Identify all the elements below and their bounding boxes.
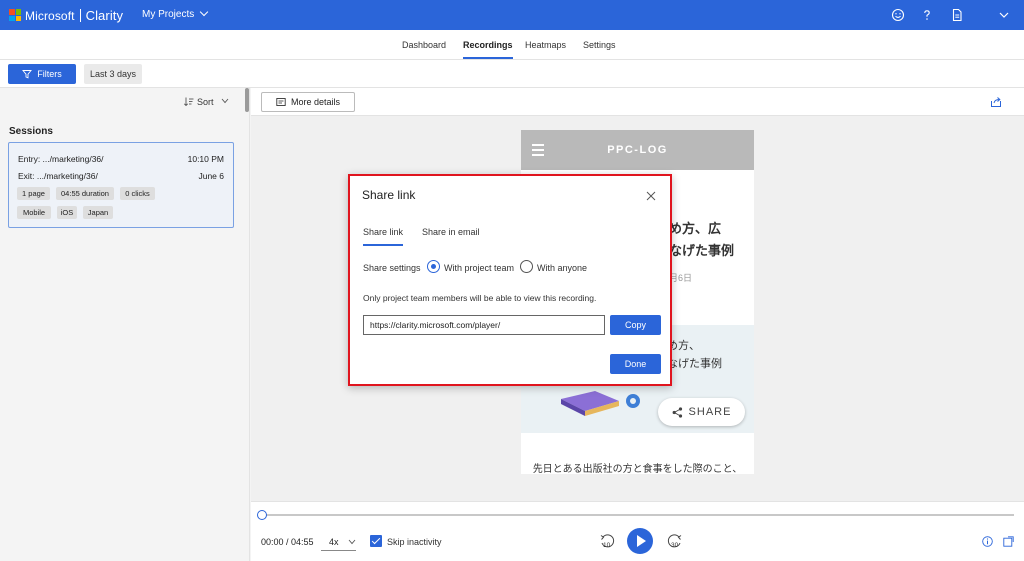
share-settings-label: Share settings	[363, 263, 421, 273]
share-info-text: Only project team members will be able t…	[363, 293, 597, 303]
copy-button[interactable]: Copy	[610, 315, 661, 335]
preview-site-title: PPC-LOG	[607, 144, 668, 156]
skip-forward-seconds: 30	[671, 542, 679, 549]
radio-label-anyone[interactable]: With anyone	[537, 263, 587, 273]
chevron-down-icon	[348, 539, 355, 544]
filter-icon	[22, 70, 33, 79]
info-icon[interactable]	[982, 536, 993, 547]
sessions-title: Sessions	[9, 126, 53, 137]
chevron-down-icon	[221, 98, 229, 104]
filter-bar: Filters Last 3 days	[0, 60, 1024, 88]
more-details-button[interactable]: More details	[261, 92, 355, 112]
preview-image-text-line2: なげた事例	[667, 358, 722, 370]
session-chip-device: Mobile	[17, 206, 51, 219]
radio-label-project-team[interactable]: With project team	[444, 263, 514, 273]
preview-body-text: 先日とある出版社の方と食事をした際のこと、	[532, 464, 743, 474]
my-projects-label: My Projects	[142, 9, 195, 20]
preview-date: 月6日	[669, 273, 693, 283]
skip-inactivity-label[interactable]: Skip inactivity	[387, 537, 442, 547]
share-icon[interactable]	[990, 96, 1002, 108]
share-nodes-icon	[672, 406, 682, 418]
date-range-button[interactable]: Last 3 days	[84, 64, 142, 84]
brand-clarity: Clarity	[85, 8, 124, 23]
sort-icon	[183, 97, 194, 107]
tab-dashboard[interactable]: Dashboard	[402, 40, 446, 50]
tab-share-in-email[interactable]: Share in email	[422, 227, 480, 237]
preview-share-button[interactable]: SHARE	[658, 398, 745, 426]
skip-back-seconds: 10	[603, 542, 611, 549]
dialog-title: Share link	[362, 188, 416, 202]
sort-label: Sort	[197, 97, 214, 107]
account-chevron-down-icon[interactable]	[997, 8, 1011, 22]
session-exit: Exit: .../marketing/36/	[18, 171, 98, 181]
recording-toolbar: More details	[251, 88, 1024, 116]
done-button[interactable]: Done	[610, 354, 661, 374]
preview-heading-line2: なげた事例	[669, 243, 735, 258]
top-bar: Microsoft Clarity My Projects	[0, 0, 1024, 30]
close-icon[interactable]	[646, 191, 656, 201]
session-chip-duration: 04:55 duration	[56, 187, 114, 200]
brand[interactable]: Microsoft Clarity	[25, 8, 123, 23]
skip-forward-button[interactable]: 30	[667, 533, 683, 549]
sessions-scrollbar[interactable]	[245, 88, 249, 112]
play-button[interactable]	[627, 528, 653, 554]
tab-settings[interactable]: Settings	[583, 40, 616, 50]
session-chip-pages: 1 page	[17, 187, 50, 200]
more-details-label: More details	[290, 97, 341, 107]
share-url-input[interactable]	[363, 315, 605, 335]
speed-select[interactable]: 4x	[321, 533, 356, 551]
preview-share-label: SHARE	[688, 406, 732, 418]
chevron-down-icon	[199, 7, 209, 17]
date-range-label: Last 3 days	[89, 69, 137, 79]
session-chip-country: Japan	[83, 206, 113, 219]
session-exit-date: June 6	[198, 171, 224, 181]
session-entry-time: 10:10 PM	[187, 154, 224, 164]
tab-heatmaps[interactable]: Heatmaps	[525, 40, 566, 50]
radio-with-project-team[interactable]	[427, 260, 440, 273]
session-card[interactable]: Entry: .../marketing/36/ 10:10 PM Exit: …	[8, 142, 234, 228]
filters-label: Filters	[37, 69, 62, 79]
my-projects-menu[interactable]: My Projects	[142, 7, 209, 20]
smiley-icon[interactable]	[891, 8, 905, 22]
skip-back-button[interactable]: 10	[599, 533, 615, 549]
brand-microsoft: Microsoft	[25, 9, 75, 23]
skip-inactivity-checkbox[interactable]	[370, 535, 382, 547]
session-entry: Entry: .../marketing/36/	[18, 154, 104, 164]
timeline-track[interactable]	[261, 514, 1014, 516]
preview-heading-line1: め方、広	[669, 221, 722, 236]
timeline-knob[interactable]	[257, 510, 267, 520]
preview-header: PPC-LOG	[521, 130, 754, 170]
session-chip-clicks: 0 clicks	[120, 187, 155, 200]
sessions-panel: Sort Sessions Entry: .../marketing/36/ 1…	[0, 88, 250, 561]
done-label: Done	[624, 359, 647, 369]
microsoft-logo-icon	[9, 9, 21, 21]
playback-controls: 00:00 / 04:55 4x Skip inactivity 10 30	[251, 501, 1024, 561]
tab-recordings[interactable]: Recordings	[463, 40, 513, 59]
session-chip-os: iOS	[57, 206, 77, 219]
document-icon[interactable]	[950, 8, 964, 22]
tab-share-link[interactable]: Share link	[363, 227, 404, 246]
share-link-dialog: Share link Share link Share in email Sha…	[348, 174, 672, 386]
speed-value: 4x	[329, 536, 339, 547]
main-nav: Dashboard Recordings Heatmaps Settings	[0, 30, 1024, 60]
radio-with-anyone[interactable]	[520, 260, 533, 273]
fullscreen-icon[interactable]	[1003, 536, 1014, 547]
playback-time: 00:00 / 04:55	[261, 537, 314, 547]
sort-button[interactable]: Sort	[183, 97, 229, 107]
details-icon	[276, 98, 286, 106]
filters-button[interactable]: Filters	[8, 64, 76, 84]
copy-label: Copy	[624, 320, 646, 330]
help-icon[interactable]	[920, 8, 934, 22]
